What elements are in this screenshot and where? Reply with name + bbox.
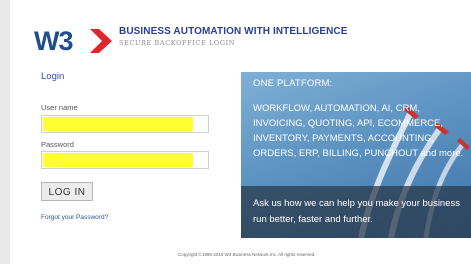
logo-chevron-icon: [90, 29, 112, 53]
subtagline: SECURE BACKOFFICE LOGIN: [119, 39, 236, 47]
logo-text: W3: [34, 26, 73, 56]
password-field[interactable]: [41, 151, 209, 169]
promo-cta-text: Ask us how we can help you make your bus…: [253, 198, 460, 225]
password-label: Password: [41, 140, 74, 149]
login-button[interactable]: LOG IN: [41, 182, 93, 201]
promo-panel: ONE PLATFORM: WORKFLOW, AUTOMATION, AI, …: [241, 72, 471, 238]
login-page: W3 BUSINESS AUTOMATION WITH INTELLIGENCE…: [0, 0, 471, 264]
login-heading: Login: [41, 71, 65, 82]
username-label: User name: [41, 103, 78, 112]
w3-logo: W3: [34, 25, 114, 57]
password-autofill-highlight: [43, 153, 193, 167]
username-field[interactable]: [41, 115, 209, 133]
promo-cta-band: Ask us how we can help you make your bus…: [241, 186, 471, 238]
promo-heading: ONE PLATFORM:: [253, 78, 333, 89]
promo-features: WORKFLOW, AUTOMATION, AI, CRM, INVOICING…: [253, 103, 464, 159]
username-autofill-highlight: [43, 117, 193, 131]
tagline: BUSINESS AUTOMATION WITH INTELLIGENCE: [119, 26, 348, 37]
forgot-password-link[interactable]: Forgot your Password?: [41, 214, 108, 221]
copyright-text: Copyright ©1995-2019 W3 Business Network…: [178, 252, 316, 257]
